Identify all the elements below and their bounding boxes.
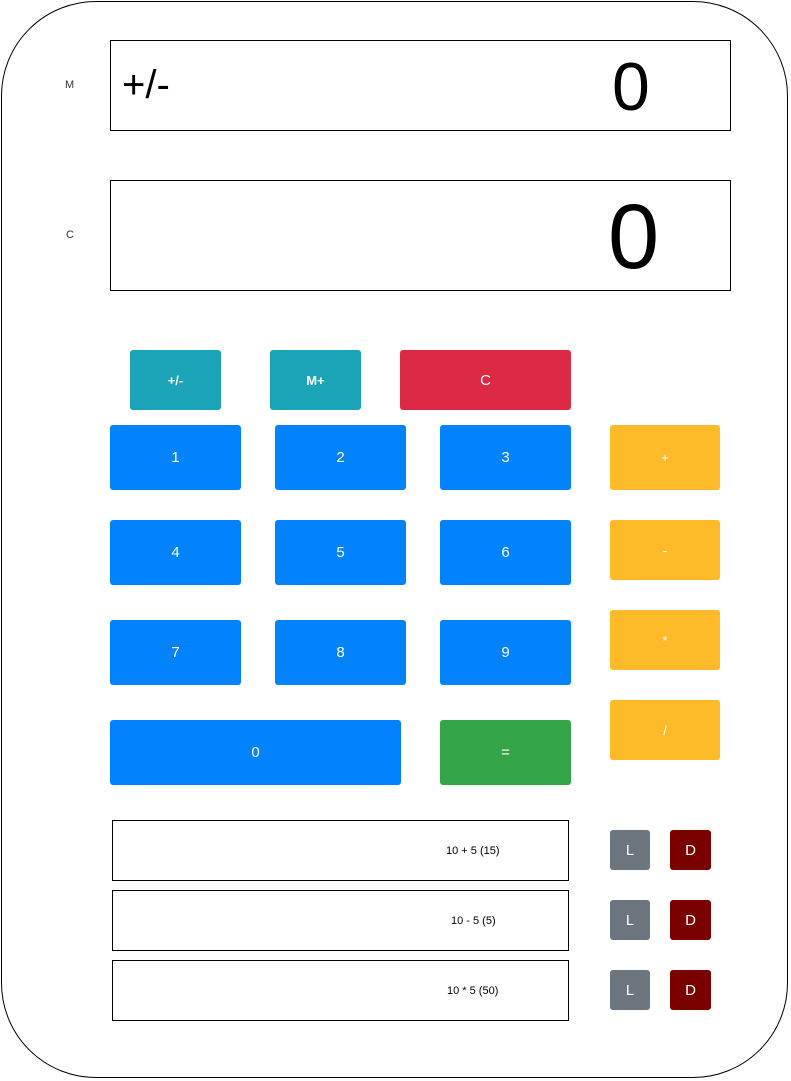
digit-2-button[interactable]: 2 bbox=[275, 425, 406, 490]
digit-9-button[interactable]: 9 bbox=[440, 620, 571, 685]
current-value: 0 bbox=[608, 186, 660, 288]
history-row: 10 * 5 (50) bbox=[112, 960, 569, 1021]
history-expression: 10 - 5 (5) bbox=[451, 914, 496, 927]
equals-button[interactable]: = bbox=[440, 720, 571, 785]
subtract-button[interactable]: - bbox=[610, 520, 720, 580]
history-row: 10 - 5 (5) bbox=[112, 890, 569, 951]
history-delete-button[interactable]: D bbox=[670, 970, 711, 1010]
add-button[interactable]: + bbox=[610, 425, 720, 490]
current-display: 0 bbox=[110, 180, 731, 291]
history-expression: 10 + 5 (15) bbox=[446, 844, 500, 857]
multiply-button[interactable]: * bbox=[610, 610, 720, 670]
history-load-button[interactable]: L bbox=[610, 830, 650, 870]
history-load-button[interactable]: L bbox=[610, 900, 650, 940]
memory-value: 0 bbox=[612, 49, 650, 125]
history-load-button[interactable]: L bbox=[610, 970, 650, 1010]
digit-0-button[interactable]: 0 bbox=[110, 720, 401, 785]
digit-8-button[interactable]: 8 bbox=[275, 620, 406, 685]
history-delete-button[interactable]: D bbox=[670, 830, 711, 870]
digit-3-button[interactable]: 3 bbox=[440, 425, 571, 490]
clear-button[interactable]: C bbox=[400, 350, 571, 410]
memory-operator: +/- bbox=[122, 63, 170, 107]
current-label: C bbox=[66, 229, 74, 241]
history-delete-button[interactable]: D bbox=[670, 900, 711, 940]
digit-5-button[interactable]: 5 bbox=[275, 520, 406, 585]
history-expression: 10 * 5 (50) bbox=[447, 984, 499, 997]
digit-7-button[interactable]: 7 bbox=[110, 620, 241, 685]
memory-display: +/- 0 bbox=[110, 40, 731, 131]
digit-4-button[interactable]: 4 bbox=[110, 520, 241, 585]
history-row: 10 + 5 (15) bbox=[112, 820, 569, 881]
digit-6-button[interactable]: 6 bbox=[440, 520, 571, 585]
plus-minus-button[interactable]: +/- bbox=[130, 350, 221, 410]
memory-plus-button[interactable]: M+ bbox=[270, 350, 361, 410]
digit-1-button[interactable]: 1 bbox=[110, 425, 241, 490]
memory-label: M bbox=[65, 79, 75, 91]
divide-button[interactable]: / bbox=[610, 700, 720, 760]
